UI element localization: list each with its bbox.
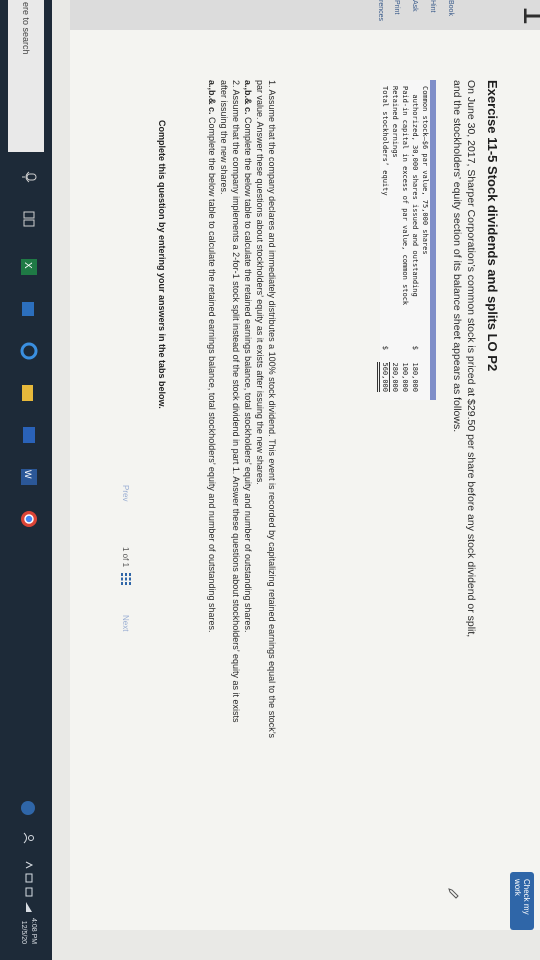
exercise-title: Exercise 11-5 Stock dividends and splits… (485, 80, 500, 372)
clock[interactable]: 4:08 PM 12/5/20 (18, 918, 38, 944)
parts-text: Complete the below table to calculate th… (207, 114, 217, 633)
row-amount: 560,000 (377, 362, 390, 392)
pencil-icon[interactable] (448, 888, 460, 900)
table-row: authorized, 30,000 shares issued and out… (410, 80, 420, 400)
svg-text:X: X (22, 262, 33, 269)
question-panel: Check my work Exercise 11-5 Stock divide… (70, 30, 540, 930)
sidebar-item-book[interactable]: Book (447, 0, 454, 30)
word-icon[interactable]: W (20, 468, 38, 486)
row-dollar-sign: $ (381, 345, 389, 350)
clock-date: 12/5/20 (20, 920, 27, 945)
prev-button[interactable]: Prev (121, 485, 130, 501)
exercise-intro: On June 30, 2017, Sharper Corporation’s … (451, 80, 477, 638)
tray-icons[interactable] (24, 860, 34, 920)
chrome-icon[interactable] (20, 510, 38, 528)
grid-icon[interactable] (121, 573, 131, 585)
task-view-icon[interactable] (20, 210, 38, 228)
sidebar: 1 Book Hint Ask Print rences (70, 0, 540, 31)
page-number: 1 (515, 6, 540, 25)
question-1-parts: a.,b.& c. Complete the below table to ca… (242, 80, 254, 740)
system-tray: 4:08 PM 12/5/20 (14, 800, 38, 960)
row-dollar-sign: $ (411, 345, 419, 350)
clock-time: 4:08 PM (30, 918, 37, 945)
row-label: Common stock—$6 par value, 75,000 shares (421, 86, 429, 255)
row-amount: 180,000 (411, 362, 419, 392)
check-my-work-button[interactable]: Check my work (510, 872, 534, 930)
table-row: Paid-in capital in excess of par value, … (400, 80, 410, 400)
parts-prefix: a.,b.& c. (243, 80, 253, 115)
pagination: Prev 1 of 1 Next (110, 485, 131, 665)
question-text: 1. Assume that the company declares and … (206, 80, 278, 740)
table-row: Common stock—$6 par value, 75,000 shares (420, 80, 430, 400)
help-icon[interactable] (20, 800, 36, 816)
edge-icon[interactable] (20, 342, 38, 360)
svg-text:W: W (23, 470, 33, 479)
people-icon[interactable] (23, 832, 35, 844)
microphone-icon[interactable] (20, 168, 38, 186)
complete-instruction: Complete this question by entering your … (157, 120, 167, 409)
page-indicator: 1 of 1 (121, 547, 130, 568)
table-row: Total stockholders’ equity $ 560,000 (377, 80, 390, 400)
store-icon[interactable] (20, 300, 38, 318)
next-button[interactable]: Next (121, 615, 130, 631)
question-2-parts: a.,b.& c. Complete the below table to ca… (206, 80, 218, 740)
taskbar-search[interactable]: ere to search (8, 0, 44, 152)
sidebar-item-print[interactable]: Print (393, 0, 400, 30)
row-label: Retained earnings (391, 86, 399, 158)
row-label: Paid-in capital in excess of par value, … (401, 86, 409, 306)
parts-text: Complete the below table to calculate th… (243, 114, 253, 633)
excel-icon[interactable]: X (20, 258, 38, 276)
row-label: authorized, 30,000 shares issued and out… (411, 86, 419, 297)
parts-prefix: a.,b.& c. (207, 80, 217, 115)
table-row: Retained earnings 280,000 (389, 80, 400, 400)
email-icon[interactable] (20, 426, 38, 444)
question-2: 2. Assume that the company implements a … (219, 80, 241, 723)
taskbar: ere to search X W 4:08 PM 12/5/20 (0, 0, 52, 960)
screen: 1 Book Hint Ask Print rences Check my wo… (0, 0, 540, 960)
file-explorer-icon[interactable] (20, 384, 38, 402)
row-amount: 280,000 (389, 362, 400, 392)
sidebar-item-references[interactable]: rences (377, 0, 384, 30)
question-1: 1. Assume that the company declares and … (255, 80, 277, 739)
sidebar-item-hint[interactable]: Hint (429, 0, 436, 30)
balance-sheet-table: Common stock—$6 par value, 75,000 shares… (377, 80, 436, 400)
row-amount: 100,000 (401, 362, 409, 392)
sidebar-item-ask[interactable]: Ask (411, 0, 418, 30)
row-label: Total stockholders’ equity (381, 86, 389, 196)
